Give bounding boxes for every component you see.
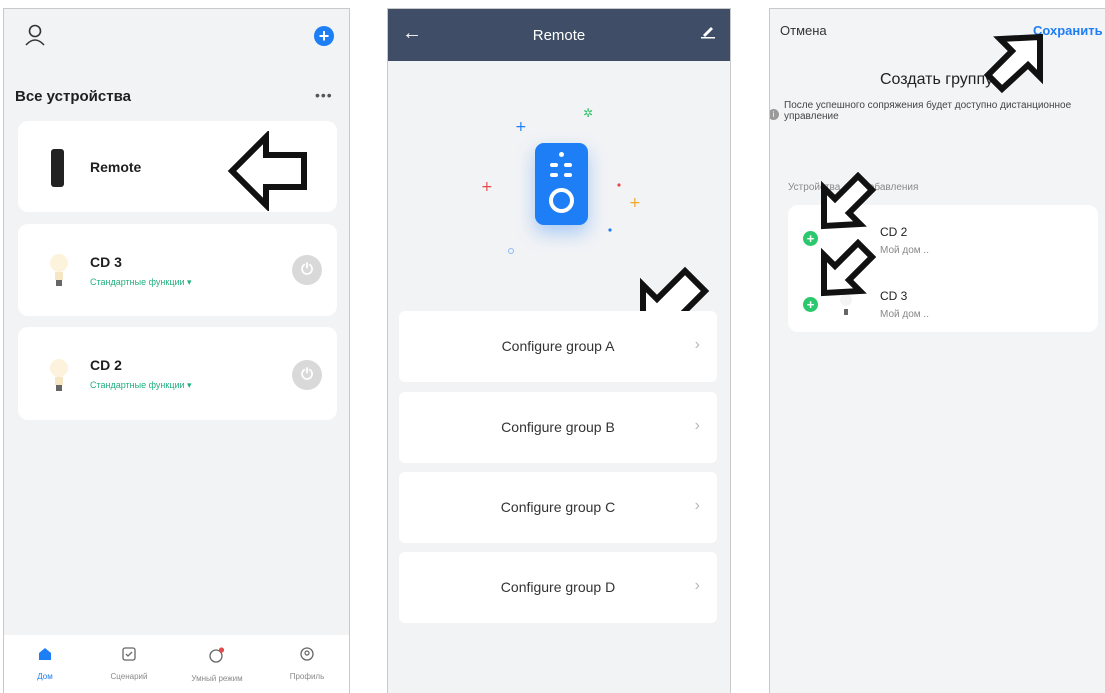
create-group-screen: Отмена Сохранить Создать группу i После …: [769, 8, 1105, 693]
smart-mode-icon: [209, 647, 225, 663]
svg-text:+: +: [515, 119, 527, 135]
configure-group-a-item[interactable]: Configure group A ›: [399, 311, 717, 382]
device-name: Remote: [90, 159, 142, 175]
arrow-up-right-icon: [983, 33, 1043, 94]
remote-screen: ← Remote + ✲ + + Configure group A › Con…: [387, 8, 731, 693]
tab-smart-mode[interactable]: Умный режим: [182, 647, 252, 683]
checkbox-icon: [122, 647, 136, 661]
device-location: Мой дом ..: [880, 245, 929, 256]
user-icon[interactable]: [24, 23, 46, 47]
chevron-right-icon: ›: [694, 497, 700, 514]
chevron-right-icon: ›: [694, 336, 700, 353]
device-name: CD 2: [90, 357, 122, 373]
more-options-icon[interactable]: •••: [315, 87, 333, 103]
configure-group-d-item[interactable]: Configure group D ›: [399, 552, 717, 623]
configure-group-b-item[interactable]: Configure group B ›: [399, 392, 717, 463]
profile-icon: [300, 647, 314, 661]
edit-icon[interactable]: [700, 23, 716, 39]
arrow-down-left-icon: [821, 172, 876, 230]
standard-functions-link[interactable]: Стандартные функции ▾: [90, 380, 192, 391]
power-button[interactable]: ⏻: [292, 255, 322, 285]
remote-device-icon: [51, 149, 64, 187]
info-icon: i: [770, 109, 779, 120]
chevron-right-icon: ›: [694, 417, 700, 434]
svg-text:+: +: [629, 195, 641, 211]
tab-profile[interactable]: Профиль: [272, 647, 342, 681]
info-text: После успешного сопряжения будет доступн…: [784, 100, 1072, 122]
configure-group-c-item[interactable]: Configure group C ›: [399, 472, 717, 543]
arrow-down-left-icon: [821, 239, 876, 297]
bulb-icon: [50, 254, 68, 286]
add-device-button[interactable]: +: [314, 26, 334, 46]
device-name: CD 3: [90, 254, 122, 270]
home-icon: [39, 648, 51, 660]
header-bar: ← Remote: [388, 9, 730, 61]
screen-title: Remote: [532, 27, 586, 44]
screen-title: Создать группу: [880, 71, 994, 88]
device-name: CD 2: [880, 225, 908, 239]
tab-scenes[interactable]: Сценарий: [94, 647, 164, 681]
bottom-tab-bar: Дом Сценарий Умный режим Профиль: [4, 635, 349, 693]
bulb-icon: [50, 359, 68, 391]
tab-home[interactable]: Дом: [10, 647, 80, 681]
svg-text:✲: ✲: [583, 106, 593, 120]
cancel-button[interactable]: Отмена: [780, 23, 827, 38]
power-button[interactable]: ⏻: [292, 360, 322, 390]
arrow-left-icon: [227, 131, 307, 211]
device-card-cd3[interactable]: CD 3 Стандартные функции ▾ ⏻: [18, 224, 337, 316]
device-location: Мой дом ..: [880, 309, 929, 320]
page-title: Все устройства: [15, 88, 131, 105]
svg-text:+: +: [481, 179, 493, 195]
device-card-cd2[interactable]: CD 2 Стандартные функции ▾ ⏻: [18, 327, 337, 420]
add-device-icon[interactable]: +: [803, 231, 818, 246]
standard-functions-link[interactable]: Стандартные функции ▾: [90, 277, 192, 288]
remote-illustration: [535, 143, 588, 225]
devices-screen: + Все устройства ••• Remote CD 3 Стандар…: [3, 8, 350, 693]
add-device-icon[interactable]: +: [803, 297, 818, 312]
device-name: CD 3: [880, 289, 908, 303]
chevron-right-icon: ›: [694, 577, 700, 594]
